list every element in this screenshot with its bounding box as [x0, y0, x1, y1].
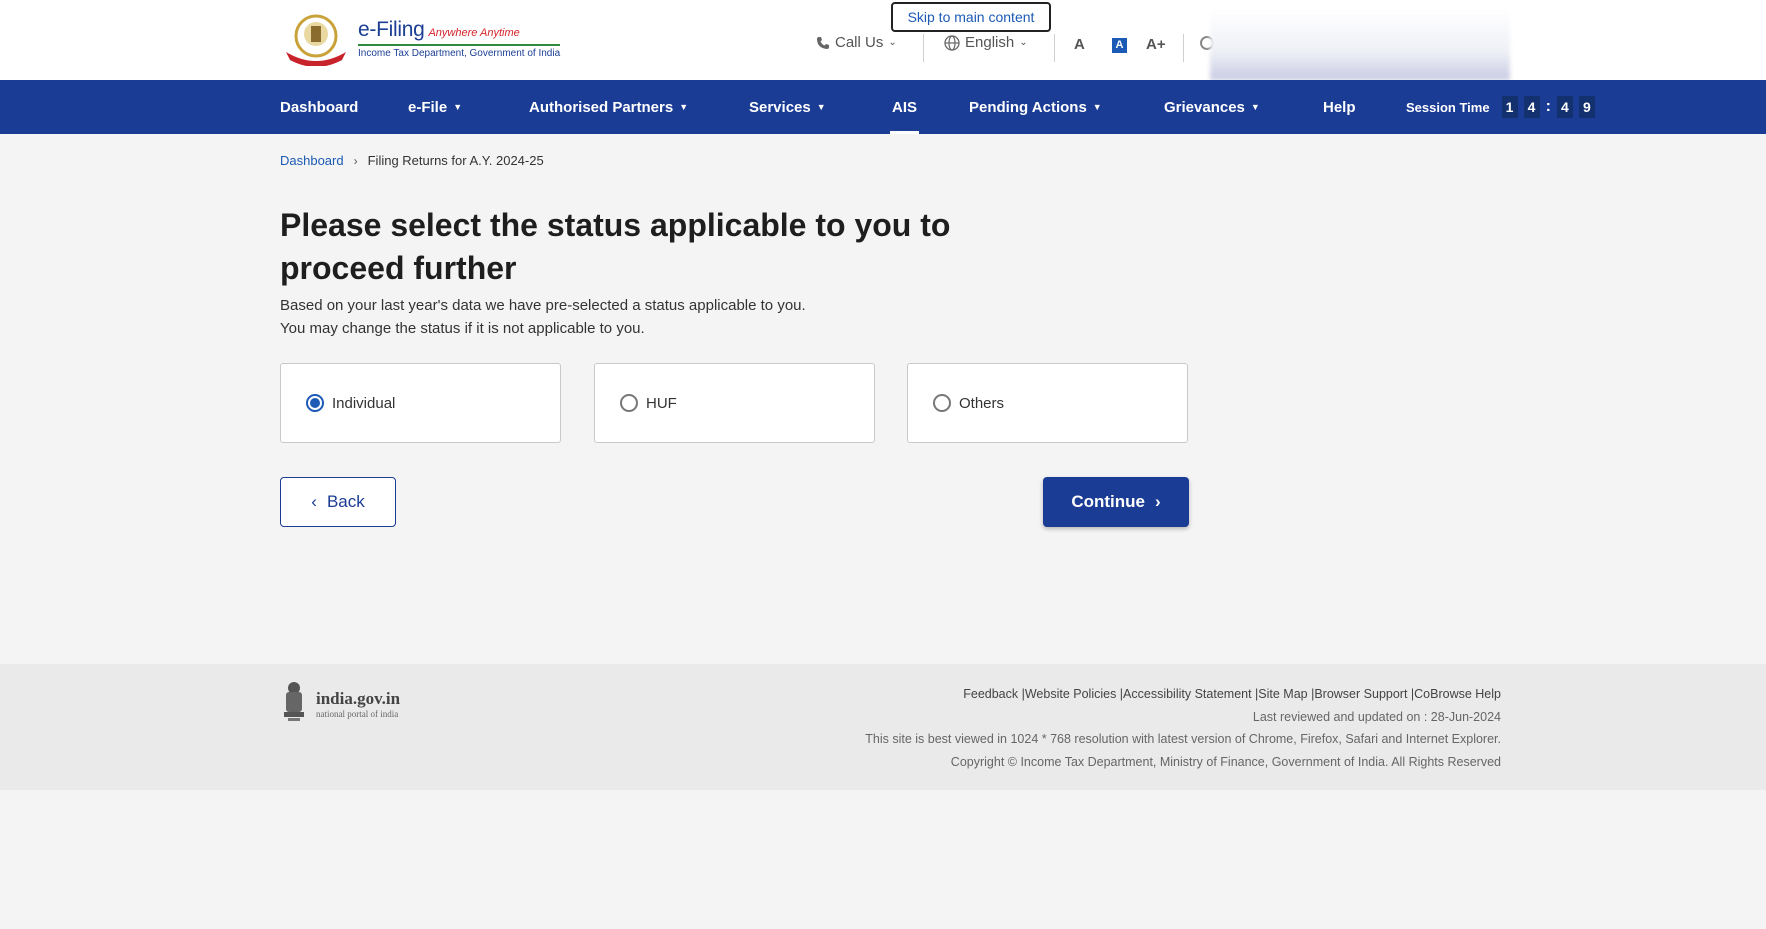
chevron-down-icon: ▼ [1092, 102, 1102, 112]
call-us-label: Call Us [835, 34, 884, 51]
nav-item-pending-actions[interactable]: Pending Actions ▼ [969, 80, 1102, 134]
logo-subtitle: Income Tax Department, Government of Ind… [358, 44, 561, 59]
profile-area-blurred[interactable] [1210, 10, 1510, 80]
radio-button-selected[interactable] [306, 394, 324, 412]
best-viewed-note: This site is best viewed in 1024 * 768 r… [865, 732, 1501, 746]
chevron-down-icon: ▼ [1250, 102, 1260, 112]
option-label: Others [959, 394, 1005, 412]
globe-icon [944, 34, 960, 51]
chevron-right-icon: › [353, 153, 358, 168]
font-decrease-button[interactable]: A [1074, 36, 1085, 53]
footer-links[interactable]: Feedback |Website Policies |Accessibilit… [865, 683, 1501, 706]
session-digit: 4 [1523, 96, 1540, 118]
breadcrumb: Dashboard › Filing Returns for A.Y. 2024… [280, 153, 544, 168]
description-line: Based on your last year's data we have p… [280, 297, 806, 314]
session-label: Session Time [1406, 99, 1490, 115]
india-gov-logo[interactable]: india.gov.in national portal of india [280, 680, 400, 728]
page-title: Please select the status applicable to y… [280, 207, 951, 286]
divider [923, 34, 924, 62]
description-line: You may change the status if it is not a… [280, 320, 645, 337]
nav-label: Pending Actions [969, 98, 1087, 116]
session-timer: Session Time 1 4 : 4 9 [1406, 80, 1595, 134]
status-option-others[interactable]: Others [907, 363, 1188, 443]
page-bottom [0, 790, 1766, 929]
font-increase-button[interactable]: A+ [1146, 36, 1166, 53]
portal-subtitle: national portal of india [316, 709, 399, 719]
nav-item-dashboard[interactable]: Dashboard [280, 80, 358, 134]
chevron-down-icon: ▼ [679, 102, 689, 112]
page-description: Based on your last year's data we have p… [280, 294, 806, 340]
chevron-right-icon: › [1154, 492, 1161, 511]
status-option-huf[interactable]: HUF [594, 363, 875, 443]
national-emblem-icon [284, 682, 304, 721]
nav-label: Help [1323, 98, 1356, 116]
portal-title: india.gov.in [316, 689, 401, 708]
nav-item-services[interactable]: Services ▼ [749, 80, 826, 134]
chevron-down-icon: ⌄ [888, 37, 897, 48]
language-dropdown[interactable]: English ⌄ [944, 34, 1028, 51]
session-digit: 9 [1578, 96, 1595, 118]
nav-label: Grievances [1164, 98, 1245, 116]
copyright: Copyright © Income Tax Department, Minis… [950, 754, 1501, 769]
font-default-button[interactable]: A [1112, 38, 1127, 53]
back-button[interactable]: ‹ Back [280, 477, 396, 527]
continue-label: Continue [1071, 492, 1145, 511]
nav-item-efile[interactable]: e-File ▼ [408, 80, 462, 134]
option-label: Individual [332, 394, 396, 412]
nav-item-grievances[interactable]: Grievances ▼ [1164, 80, 1260, 134]
session-digit: 4 [1556, 96, 1573, 118]
footer-info: Feedback |Website Policies |Accessibilit… [865, 683, 1501, 773]
radio-button[interactable] [933, 394, 951, 412]
phone-icon [817, 36, 829, 49]
nav-item-help[interactable]: Help [1323, 80, 1356, 134]
breadcrumb-dashboard-link[interactable]: Dashboard [280, 153, 344, 168]
emblem-icon [286, 14, 346, 66]
divider [1183, 34, 1184, 62]
option-label: HUF [646, 394, 677, 412]
nav-label: Authorised Partners [529, 98, 674, 116]
call-us-dropdown[interactable]: Call Us ⌄ [816, 34, 897, 51]
radio-button[interactable] [620, 394, 638, 412]
nav-label: Services [749, 98, 811, 116]
chevron-down-icon: ▼ [453, 102, 463, 112]
logo-tagline: Anywhere Anytime [428, 27, 520, 39]
logo-title: e-Filing [358, 18, 425, 41]
continue-button[interactable]: Continue › [1043, 477, 1189, 527]
session-colon: : [1545, 98, 1551, 115]
nav-label: AIS [892, 98, 918, 116]
back-label: Back [326, 492, 365, 511]
last-reviewed: Last reviewed and updated on : 28-Jun-20… [1252, 709, 1501, 724]
status-option-individual[interactable]: Individual [280, 363, 561, 443]
breadcrumb-current: Filing Returns for A.Y. 2024-25 [367, 153, 544, 168]
nav-label: Dashboard [280, 98, 359, 116]
skip-to-main-link[interactable]: Skip to main content [891, 2, 1051, 32]
main-nav: Dashboard e-File ▼ Authorised Partners ▼ S… [0, 80, 1766, 134]
chevron-down-icon: ▼ [816, 102, 826, 112]
efiling-logo[interactable]: e-Filing Anywhere Anytime Income Tax Depa… [280, 12, 561, 66]
language-label: English [965, 34, 1015, 51]
top-header: e-Filing Anywhere Anytime Income Tax Depa… [0, 0, 1766, 80]
session-digit: 1 [1501, 96, 1518, 118]
nav-item-ais[interactable]: AIS [889, 80, 920, 134]
chevron-down-icon: ⌄ [1019, 37, 1028, 48]
nav-label: e-File [408, 98, 448, 116]
nav-item-authorised-partners[interactable]: Authorised Partners ▼ [529, 80, 688, 134]
divider [1054, 34, 1055, 62]
chevron-left-icon: ‹ [311, 492, 317, 511]
